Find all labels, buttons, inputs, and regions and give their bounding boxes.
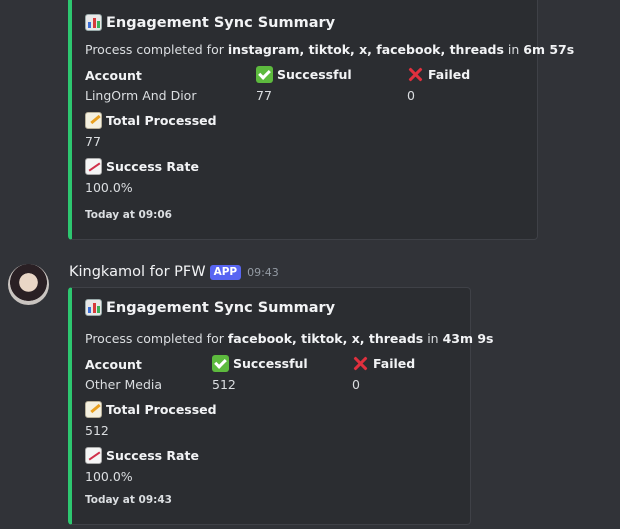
platforms-list: instagram, tiktok, x, facebook, threads: [227, 42, 504, 57]
field-account-label: Account: [85, 357, 142, 372]
field-total-label: Total Processed: [85, 112, 217, 129]
check-mark-icon: [256, 66, 273, 83]
duration: 43m 9s: [442, 331, 494, 346]
memo-icon: [85, 112, 102, 129]
avatar[interactable]: [8, 264, 49, 305]
check-mark-icon: [212, 355, 229, 372]
platforms-list: facebook, tiktok, x, threads: [227, 331, 424, 346]
field-successful-label: Successful: [212, 355, 308, 372]
chart-increasing-icon: [85, 447, 102, 464]
embed-footer-timestamp: Today at 09:43: [85, 494, 172, 506]
field-total-value: 77: [85, 134, 101, 149]
field-account-label: Account: [85, 68, 142, 83]
field-rate-label: Success Rate: [85, 447, 199, 464]
chart-increasing-icon: [85, 158, 102, 175]
embed-title: Engagement Sync Summary: [85, 299, 335, 316]
field-failed-label: Failed: [352, 355, 415, 372]
field-failed-value: 0: [407, 88, 415, 103]
embed-title: Engagement Sync Summary: [85, 14, 335, 31]
field-rate-value: 100.0%: [85, 469, 133, 484]
memo-icon: [85, 401, 102, 418]
author-name[interactable]: Kingkamol for PFW: [69, 264, 206, 280]
field-total-label: Total Processed: [85, 401, 217, 418]
embed-card: Engagement Sync Summary Process complete…: [68, 287, 493, 525]
field-total-value: 512: [85, 423, 109, 438]
message-timestamp[interactable]: 09:43: [247, 266, 279, 279]
embed-card: Engagement Sync Summary Process complete…: [68, 0, 574, 240]
embed-footer-timestamp: Today at 09:06: [85, 209, 172, 221]
bar-chart-icon: [85, 299, 102, 316]
cross-mark-icon: [407, 66, 424, 83]
field-rate-label: Success Rate: [85, 158, 199, 175]
field-successful-label: Successful: [256, 66, 352, 83]
field-successful-value: 512: [212, 377, 236, 392]
field-failed-label: Failed: [407, 66, 470, 83]
field-successful-value: 77: [256, 88, 272, 103]
field-failed-value: 0: [352, 377, 360, 392]
embed-description: Process completed for instagram, tiktok,…: [85, 42, 575, 57]
bar-chart-icon: [85, 14, 102, 31]
field-rate-value: 100.0%: [85, 180, 133, 195]
duration: 6m 57s: [523, 42, 575, 57]
message-header: Kingkamol for PFW APP 09:43: [69, 264, 279, 280]
cross-mark-icon: [352, 355, 369, 372]
embed-description: Process completed for facebook, tiktok, …: [85, 331, 494, 346]
app-badge: APP: [209, 264, 242, 280]
field-account-value: Other Media: [85, 377, 163, 392]
field-account-value: LingOrm And Dior: [85, 88, 197, 103]
